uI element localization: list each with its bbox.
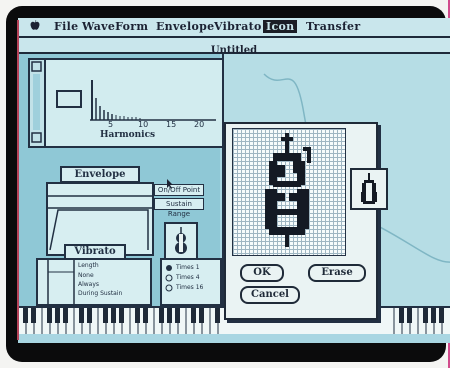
vibrato-option-always[interactable]: Always — [78, 281, 99, 288]
harmonics-box[interactable]: 5 10 15 20 Harmonics — [28, 58, 224, 148]
cello-preview-icon — [361, 173, 377, 204]
harmonics-tick: 15 — [166, 120, 177, 129]
ok-button[interactable]: OK — [240, 264, 284, 282]
menu-vibrato[interactable]: Vibrato — [214, 20, 262, 33]
mac-screen: File WaveForm Envelope Vibrato Icon Tran… — [18, 18, 450, 343]
on-off-point-button[interactable]: On/Off Point — [154, 184, 204, 196]
icon-editor-dialog: OK Erase Cancel — [224, 122, 378, 320]
menu-envelope[interactable]: Envelope — [156, 20, 214, 33]
icon-preview — [350, 168, 388, 210]
cello-icon — [265, 133, 311, 247]
harmonics-tick: 5 — [108, 120, 114, 129]
menu-transfer[interactable]: Transfer — [306, 20, 360, 33]
cello-thumb-icon — [175, 227, 187, 254]
cancel-button[interactable]: Cancel — [240, 286, 300, 304]
menu-bar: File WaveForm Envelope Vibrato Icon Tran… — [18, 18, 450, 38]
harmonics-bars[interactable] — [88, 76, 218, 122]
menu-waveform[interactable]: WaveForm — [82, 20, 148, 33]
instrument-icon-thumb[interactable] — [164, 222, 198, 262]
vibrato-option-times-4[interactable]: Times 4 — [176, 274, 200, 281]
sustain-range-button[interactable]: Sustain Range — [154, 198, 204, 218]
menu-icon[interactable]: Icon — [263, 20, 298, 33]
menu-file[interactable]: File — [54, 20, 78, 33]
vibrato-option-during-sustain[interactable]: During Sustain — [78, 290, 122, 297]
harmonics-label: Harmonics — [100, 130, 156, 140]
vibrato-option-times-16[interactable]: Times 16 — [176, 284, 203, 291]
vibrato-box[interactable]: Length None Always During Sustain — [36, 258, 152, 306]
radio-buttons[interactable] — [165, 264, 174, 294]
cursor-arrow-icon — [167, 179, 173, 189]
harmonics-tick: 20 — [194, 120, 205, 129]
vibrato-option-times-1[interactable]: Times 1 — [176, 264, 200, 271]
envelope-label: Envelope — [60, 166, 140, 183]
harmonics-tick: 10 — [138, 120, 149, 129]
harmonics-scrollbar[interactable] — [30, 60, 46, 146]
apple-icon[interactable] — [30, 19, 40, 34]
vibrato-length-label: Length — [78, 262, 99, 269]
vibrato-speed-box[interactable]: Times 1 Times 4 Times 16 — [160, 258, 222, 306]
photo-edge-line-left — [17, 20, 19, 340]
icon-pixel-grid[interactable] — [232, 128, 346, 256]
window-title-bar[interactable]: Untitled — [18, 38, 450, 56]
erase-button[interactable]: Erase — [308, 264, 366, 282]
vibrato-option-none[interactable]: None — [78, 272, 94, 279]
harmonic-selector[interactable] — [56, 90, 82, 108]
